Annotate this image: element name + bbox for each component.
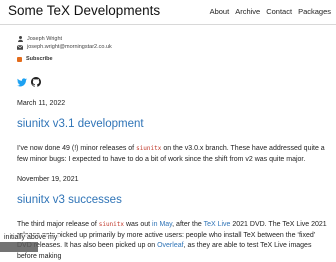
rss-icon <box>17 56 22 62</box>
excerpt-text: , after the <box>172 221 202 228</box>
post-excerpt: The third major release of siunitx was o… <box>17 220 329 262</box>
overlay-snippet: initially above my <box>3 234 61 241</box>
post-date: November 19, 2021 <box>17 176 79 183</box>
code-siunitx: siunitx <box>136 145 162 152</box>
post-title-link[interactable]: siunitx v3.1 development <box>17 118 144 130</box>
excerpt-text: was out <box>125 221 151 228</box>
github-icon[interactable] <box>31 77 41 87</box>
author-info: Joseph Wright joseph.wright@morningstar2… <box>17 35 112 51</box>
nav-contact[interactable]: Contact <box>266 7 292 16</box>
author-email[interactable]: joseph.wright@morningstar2.co.uk <box>27 43 112 51</box>
social-links <box>17 77 41 87</box>
link-in-may[interactable]: in May <box>152 221 172 228</box>
excerpt-text: I’ve now done 49 (!) minor releases of <box>17 145 135 152</box>
code-siunitx: siunitx <box>98 221 125 228</box>
main-nav: About Archive Contact Packages <box>210 7 331 16</box>
nav-archive[interactable]: Archive <box>235 7 260 16</box>
excerpt-text: The third major release of <box>17 221 97 228</box>
post-date: March 11, 2022 <box>17 100 66 107</box>
site-title[interactable]: Some TeX Developments <box>8 3 160 18</box>
twitter-icon[interactable] <box>17 77 27 87</box>
site-header: Some TeX Developments About Archive Cont… <box>0 0 336 25</box>
subscribe-label: Subscribe <box>26 56 53 62</box>
post-excerpt: I’ve now done 49 (!) minor releases of s… <box>17 144 329 165</box>
overlay-box <box>0 242 38 252</box>
envelope-icon <box>17 44 23 50</box>
post-title-link[interactable]: siunitx v3 successes <box>17 194 122 206</box>
user-icon <box>17 36 23 42</box>
link-tex-live[interactable]: TeX Live <box>204 221 231 228</box>
nav-about[interactable]: About <box>210 7 230 16</box>
nav-packages[interactable]: Packages <box>298 7 331 16</box>
author-name: Joseph Wright <box>27 36 63 42</box>
subscribe-link[interactable]: Subscribe <box>17 56 53 62</box>
link-overleaf[interactable]: Overleaf <box>157 242 183 249</box>
